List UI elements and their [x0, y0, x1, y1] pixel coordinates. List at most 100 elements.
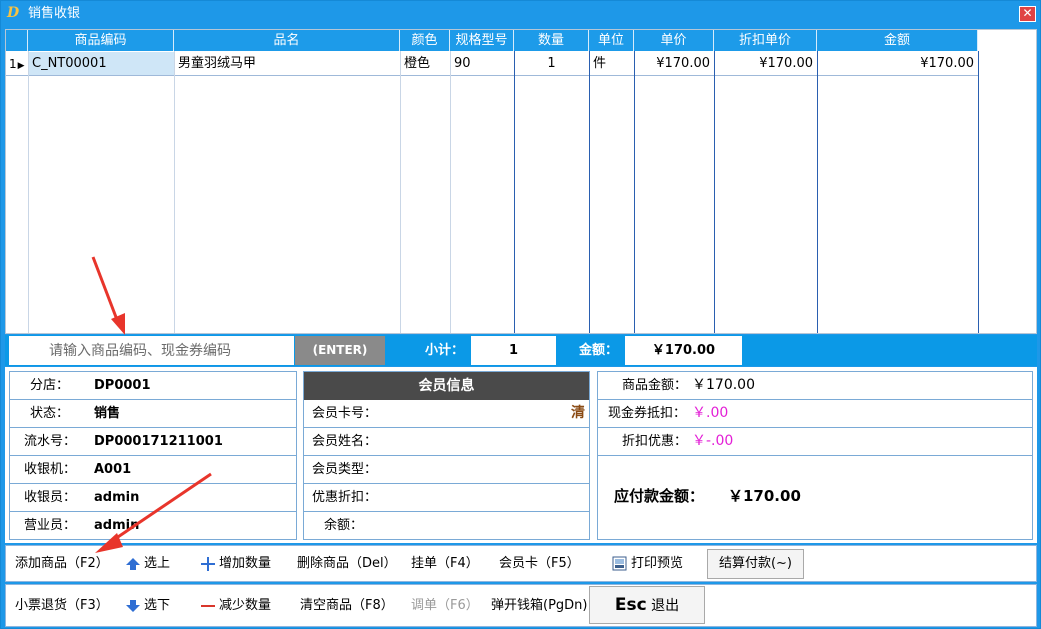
select-up-button[interactable]: 选上: [126, 546, 170, 581]
cell-spec[interactable]: 90: [450, 52, 514, 76]
cell-price[interactable]: ¥170.00: [634, 52, 714, 76]
recall-order-button[interactable]: 调单（F6）: [411, 585, 479, 626]
goods-grid[interactable]: 商品编码 品名 颜色 规格型号 数量 单位 单价 折扣单价 金额 1▶ C_NT…: [5, 29, 1037, 334]
receipt-refund-button[interactable]: 小票退货（F3）: [15, 585, 109, 626]
grid-divider: [817, 51, 818, 333]
clear-goods-button[interactable]: 清空商品（F8）: [300, 585, 394, 626]
window-title: 销售收银: [28, 6, 81, 21]
info-panels: 分店： DP0001 状态： 销售 流水号： DP000171211001 收银机： A…: [5, 367, 1037, 543]
select-down-button[interactable]: 选下: [126, 585, 170, 626]
checkout-button[interactable]: 结算付款(~): [707, 549, 804, 579]
row-pointer-icon: ▶: [17, 61, 25, 71]
row-header-1[interactable]: 1▶: [6, 52, 28, 76]
register-label: 收银机：: [24, 462, 77, 477]
grid-divider: [714, 51, 715, 333]
plus-icon: [201, 556, 215, 571]
grid-divider: [28, 51, 29, 333]
payment-summary-panel: 商品金额： ￥170.00 现金券抵扣： ￥.00 折扣优惠： ￥-.00 应付款金额…: [597, 371, 1033, 540]
status-value: 销售: [94, 406, 121, 421]
store-value: DP0001: [94, 378, 151, 393]
voucher-label: 现金券抵扣：: [608, 406, 687, 421]
goods-amount-label: 商品金额：: [622, 378, 688, 393]
print-preview-button[interactable]: 打印预览: [612, 546, 683, 581]
row-header-corner: [6, 30, 28, 51]
delete-goods-button[interactable]: 删除商品（Del）: [297, 546, 397, 581]
hold-order-button[interactable]: 挂单（F4）: [411, 546, 479, 581]
grid-divider: [514, 51, 515, 333]
col-header-unit[interactable]: 单位: [589, 30, 634, 51]
salesperson-value: admin: [94, 518, 140, 533]
enter-button[interactable]: (ENTER): [295, 336, 385, 365]
member-info-panel: 会员信息 会员卡号： 清 会员姓名： 会员类型： 优惠折扣： 余额：: [303, 371, 590, 540]
grid-divider: [978, 51, 979, 333]
col-header-amount[interactable]: 金额: [817, 30, 978, 51]
grid-divider: [400, 51, 401, 333]
grid-divider: [174, 51, 175, 333]
store-info-panel: 分店： DP0001 状态： 销售 流水号： DP000171211001 收银机： A…: [9, 371, 297, 540]
add-qty-button[interactable]: 增加数量: [201, 546, 271, 581]
payable-label: 应付款金额：: [614, 487, 705, 505]
payable-value: ￥170.00: [728, 487, 801, 505]
col-header-spec[interactable]: 规格型号: [450, 30, 514, 51]
col-header-name[interactable]: 品名: [174, 30, 400, 51]
voucher-value: ￥.00: [692, 405, 729, 421]
reduce-qty-button[interactable]: 减少数量: [201, 585, 271, 626]
sales-cashier-window: D 销售收银 ✕ 商品编码 品名 颜色 规格型号 数量 单位 单价 折扣单价 金…: [0, 0, 1041, 629]
grid-divider: [634, 51, 635, 333]
close-icon[interactable]: ✕: [1019, 6, 1036, 22]
member-name-label: 会员姓名：: [312, 434, 378, 449]
action-toolbar-1: 添加商品（F2） 选上 增加数量 删除商品（Del） 挂单（F4） 会员卡（F5…: [5, 545, 1037, 582]
col-header-code[interactable]: 商品编码: [28, 30, 174, 51]
print-preview-label: 打印预览: [631, 556, 684, 571]
exit-button[interactable]: Esc 退出: [589, 586, 705, 624]
arrow-down-icon: [126, 599, 140, 612]
select-down-label: 选下: [144, 598, 171, 613]
serial-value: DP000171211001: [94, 434, 223, 449]
col-header-color[interactable]: 颜色: [400, 30, 450, 51]
store-label: 分店：: [30, 378, 70, 393]
cell-color[interactable]: 橙色: [400, 52, 450, 76]
open-cash-drawer-button[interactable]: 弹开钱箱(PgDn): [491, 585, 588, 626]
cell-name[interactable]: 男童羽绒马甲: [174, 52, 400, 76]
grid-divider: [450, 51, 451, 333]
member-discount-label: 优惠折扣：: [312, 490, 378, 505]
cell-qty[interactable]: 1: [514, 52, 589, 76]
select-up-label: 选上: [144, 556, 171, 571]
cell-amount[interactable]: ¥170.00: [817, 52, 978, 76]
add-qty-label: 增加数量: [219, 556, 272, 571]
discount-label: 折扣优惠：: [622, 434, 688, 449]
grid-divider: [589, 51, 590, 333]
cashier-value: admin: [94, 490, 140, 505]
esc-key-label: Esc: [614, 595, 647, 615]
row-index: 1: [9, 57, 17, 71]
col-header-price[interactable]: 单价: [634, 30, 714, 51]
cell-unit[interactable]: 件: [589, 52, 634, 76]
arrow-up-icon: [126, 557, 140, 570]
subtotal-label: 小计：: [425, 343, 465, 358]
minus-icon: [201, 604, 215, 607]
action-toolbar-2: 小票退货（F3） 选下 减少数量 清空商品（F8） 调单（F6） 弹开钱箱(Pg…: [5, 584, 1037, 627]
goods-amount-value: ￥170.00: [692, 377, 755, 393]
scan-input-bar: (ENTER) 小计： 1 金额： ￥170.00: [5, 335, 1037, 366]
col-header-disc-price[interactable]: 折扣单价: [714, 30, 817, 51]
status-label: 状态：: [30, 406, 70, 421]
add-goods-button[interactable]: 添加商品（F2）: [15, 546, 109, 581]
app-logo-icon: D: [7, 5, 20, 21]
register-value: A001: [94, 462, 132, 477]
col-header-qty[interactable]: 数量: [514, 30, 589, 51]
member-info-title: 会员信息: [304, 372, 589, 400]
clear-member-button[interactable]: 清: [571, 400, 585, 427]
row-header-column: 1▶: [6, 51, 28, 333]
serial-label: 流水号：: [24, 434, 77, 449]
amount-value: ￥170.00: [625, 336, 742, 365]
reduce-qty-label: 减少数量: [219, 598, 272, 613]
cell-disc-price[interactable]: ¥170.00: [714, 52, 817, 76]
cell-code[interactable]: C_NT00001: [28, 52, 174, 76]
member-card-button[interactable]: 会员卡（F5）: [499, 546, 580, 581]
discount-value: ￥-.00: [692, 433, 734, 449]
amount-label: 金额：: [579, 343, 619, 358]
title-bar: D 销售收银 ✕: [1, 1, 1040, 27]
goods-code-input[interactable]: [9, 336, 294, 365]
exit-label: 退出: [651, 598, 680, 614]
member-type-label: 会员类型：: [312, 462, 378, 477]
